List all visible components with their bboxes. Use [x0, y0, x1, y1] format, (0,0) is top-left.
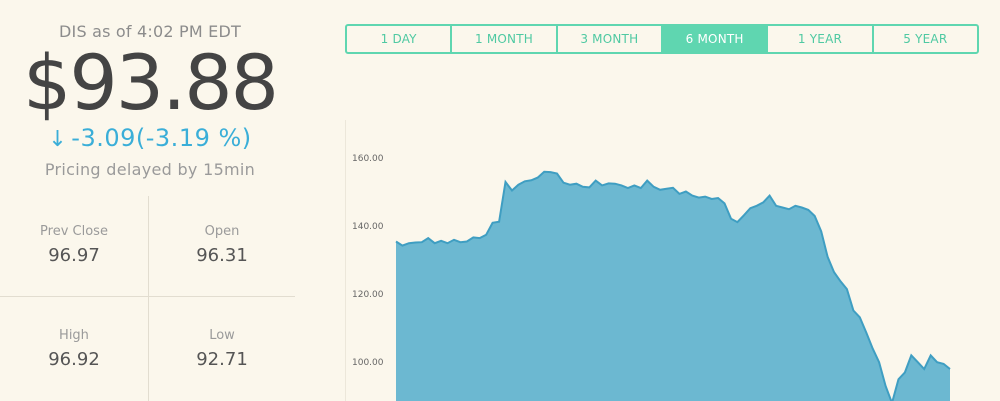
change-percent: (-3.19 %)	[135, 124, 252, 152]
range-5-year-button[interactable]: 5 YEAR	[874, 26, 977, 52]
stat-high: High 96.92	[0, 328, 148, 370]
stats-divider-horizontal	[0, 296, 295, 297]
stat-label: Low	[209, 328, 235, 343]
stat-value: 92.71	[196, 349, 248, 370]
range-6-month-button[interactable]: 6 MONTH	[662, 26, 769, 52]
y-tick-label: 140.00	[352, 222, 384, 232]
stat-value: 96.97	[48, 245, 100, 266]
price-chart: 160.00 140.00 120.00 100.00	[352, 154, 951, 401]
stat-label: Prev Close	[40, 224, 108, 239]
stat-value: 96.31	[196, 245, 248, 266]
current-price: $93.88	[23, 38, 279, 127]
change-amount: -3.09	[71, 124, 136, 152]
price-area-fill	[396, 171, 950, 401]
stat-low: Low 92.71	[148, 328, 296, 370]
stat-value: 96.92	[48, 349, 100, 370]
delay-note: Pricing delayed by 15min	[44, 160, 256, 179]
stat-label: High	[59, 328, 89, 343]
price-change: ↓ -3.09(-3.19 %)	[0, 124, 300, 152]
stat-prev-close: Prev Close 96.97	[0, 224, 148, 266]
stat-label: Open	[204, 224, 240, 239]
y-tick-label: 100.00	[352, 358, 384, 368]
y-tick-label: 160.00	[352, 154, 384, 164]
range-3-month-button[interactable]: 3 MONTH	[558, 26, 663, 52]
stat-open: Open 96.31	[148, 224, 296, 266]
down-arrow-icon: ↓	[48, 127, 68, 152]
time-range-selector: 1 DAY 1 MONTH 3 MONTH 6 MONTH 1 YEAR 5 Y…	[345, 24, 979, 54]
range-1-day-button[interactable]: 1 DAY	[347, 26, 453, 52]
y-tick-label: 120.00	[352, 290, 384, 300]
range-1-year-button[interactable]: 1 YEAR	[768, 26, 874, 52]
quote-panel: DIS as of 4:02 PM EDT $93.88 ↓ -3.09(-3.1…	[0, 0, 300, 401]
range-1-month-button[interactable]: 1 MONTH	[452, 26, 558, 52]
